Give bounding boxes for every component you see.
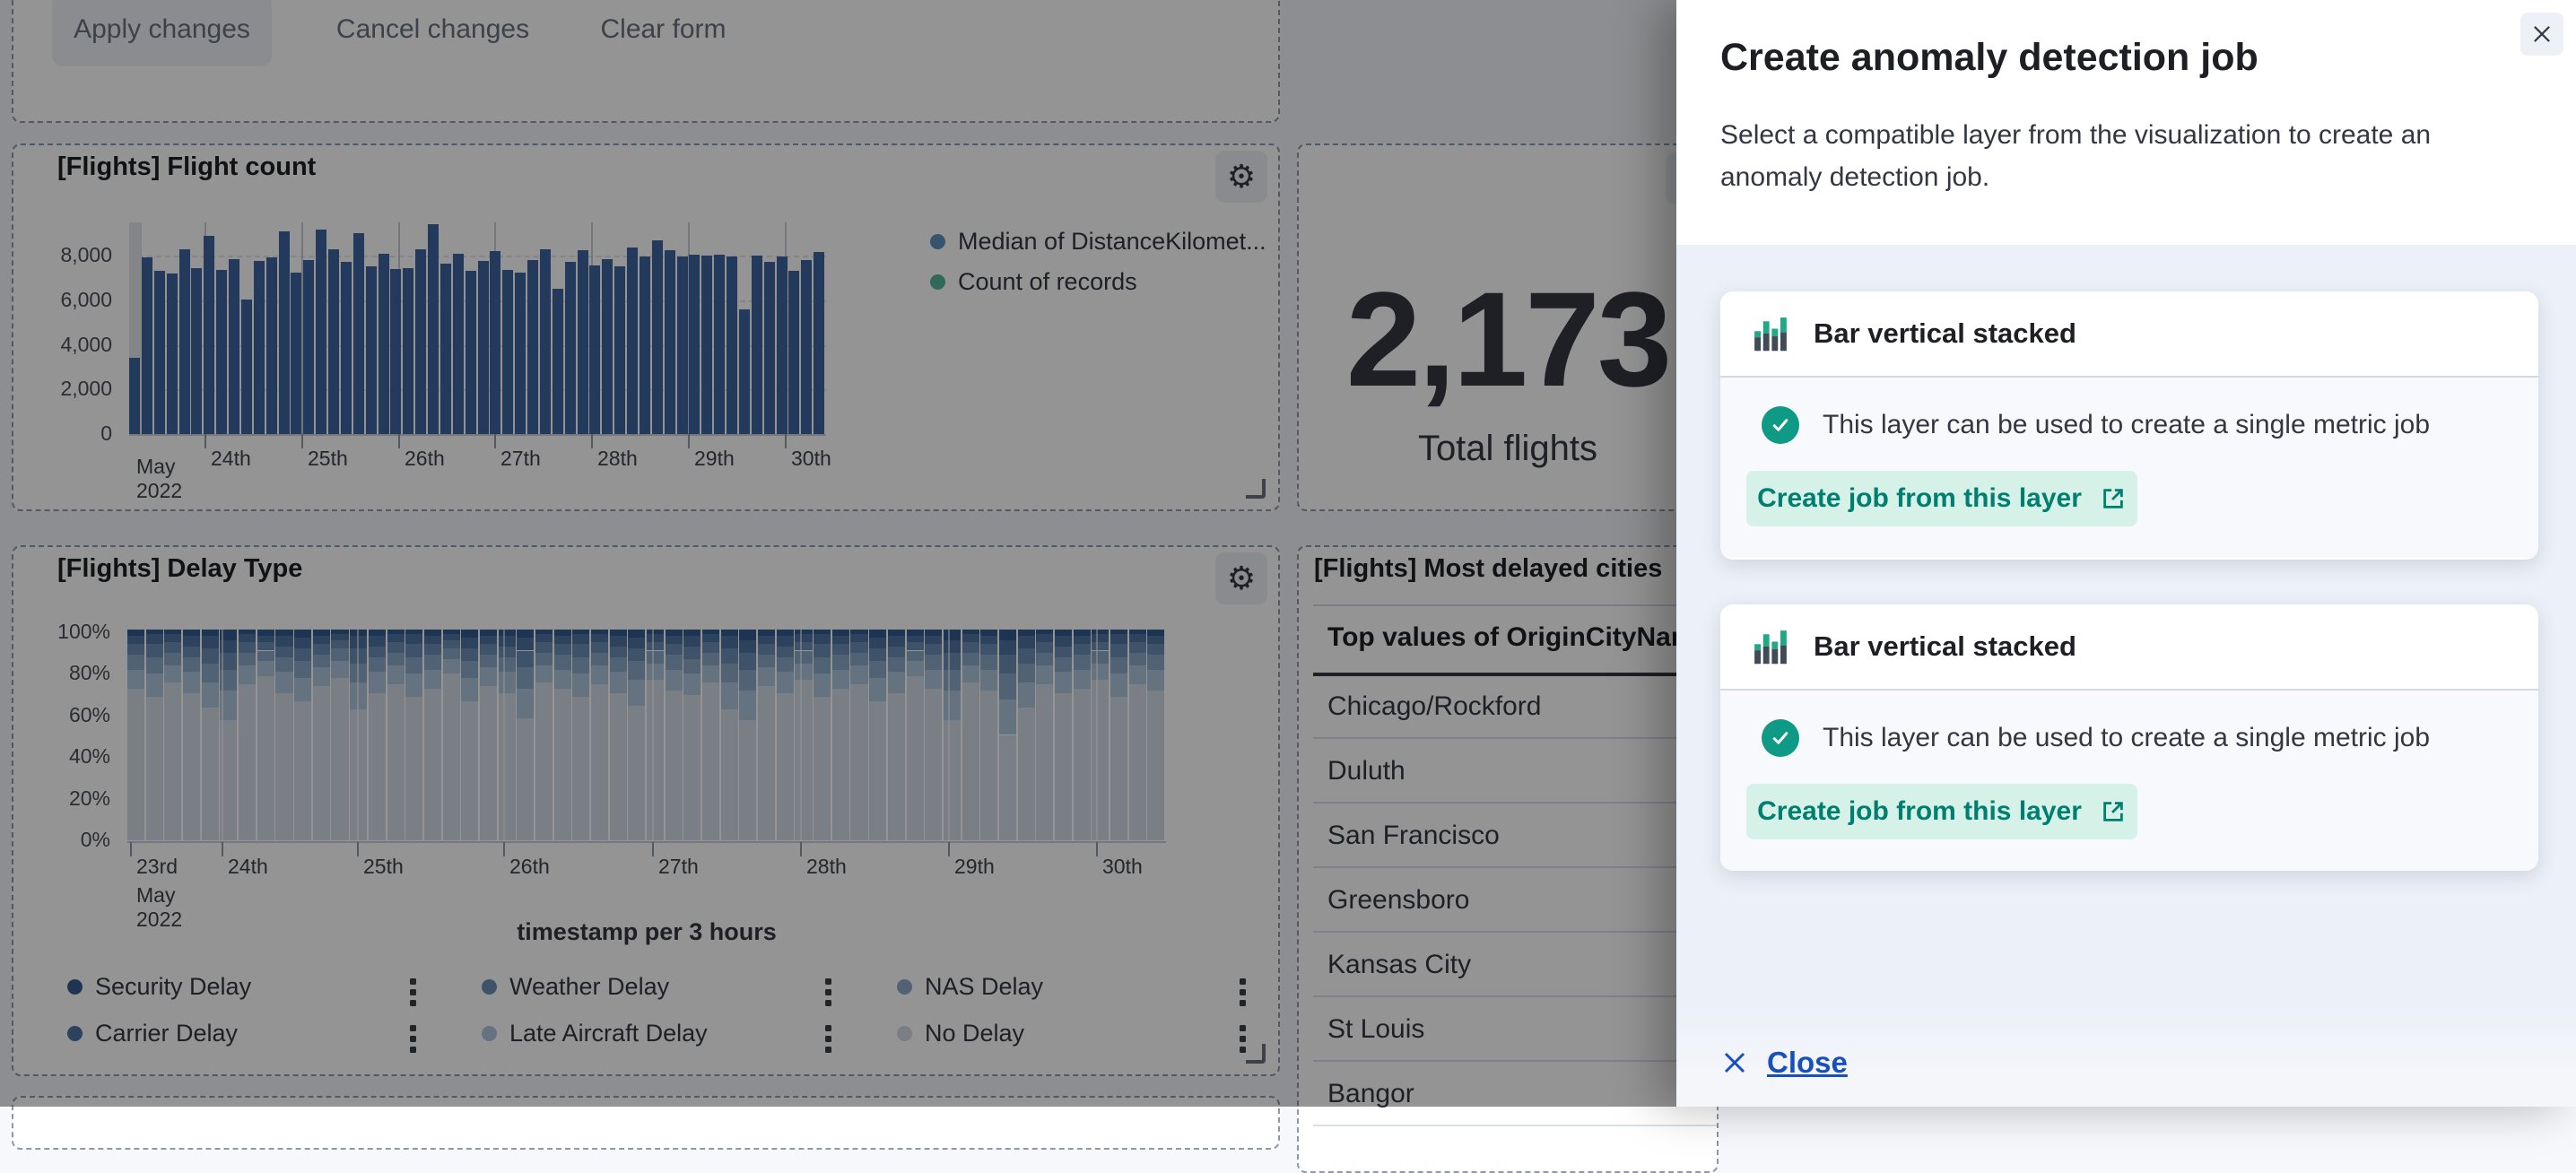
close-icon	[1720, 1048, 1749, 1077]
close-icon	[2530, 22, 2554, 46]
flyout-title: Create anomaly detection job	[1720, 36, 2258, 80]
flyout-description: Select a compatible layer from the visua…	[1720, 115, 2528, 198]
create-job-button-label: Create job from this layer	[1757, 483, 2082, 514]
layer-card: Bar vertical stacked This layer can be u…	[1720, 604, 2538, 871]
layer-card: Bar vertical stacked This layer can be u…	[1720, 291, 2538, 560]
create-job-button-label: Create job from this layer	[1757, 796, 2082, 827]
close-link-label: Close	[1767, 1046, 1848, 1080]
create-job-from-layer-button[interactable]: Create job from this layer	[1746, 471, 2137, 526]
check-in-circle-icon	[1762, 406, 1799, 444]
create-job-from-layer-button[interactable]: Create job from this layer	[1746, 784, 2137, 839]
layer-compatibility-text: This layer can be used to create a singl…	[1823, 410, 2430, 440]
layer-card-title: Bar vertical stacked	[1814, 630, 2076, 663]
layer-card-title: Bar vertical stacked	[1814, 317, 2076, 350]
flyout-close-button[interactable]	[2520, 13, 2563, 56]
flyout-body: Bar vertical stacked This layer can be u…	[1676, 245, 2576, 1107]
external-link-icon	[2100, 798, 2127, 825]
row-divider	[1313, 1125, 1717, 1126]
check-in-circle-icon	[1762, 719, 1799, 757]
create-anomaly-job-flyout: Create anomaly detection job Select a co…	[1676, 0, 2576, 1107]
flyout-close-link[interactable]: Close	[1720, 1046, 1848, 1080]
bar-vertical-stacked-icon	[1751, 314, 1790, 353]
layer-compatibility-text: This layer can be used to create a singl…	[1823, 723, 2430, 753]
external-link-icon	[2100, 485, 2127, 512]
bar-vertical-stacked-icon	[1751, 627, 1790, 666]
